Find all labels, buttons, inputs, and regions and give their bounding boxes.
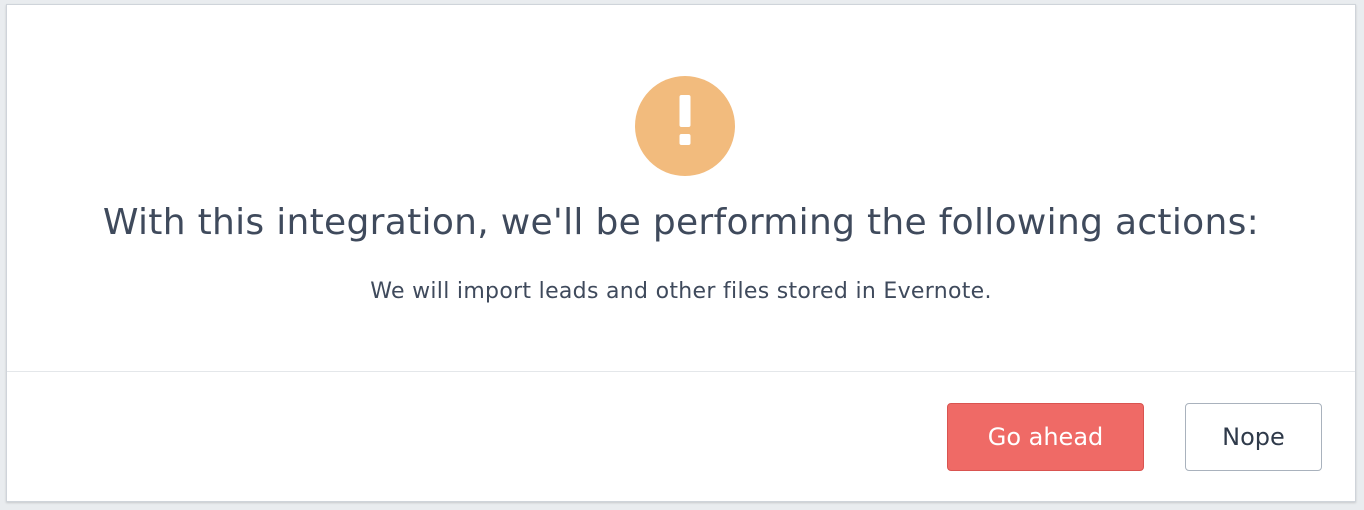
dialog-body: With this integration, we'll be performi… <box>7 5 1355 371</box>
dialog-footer: Go ahead Nope <box>7 372 1355 501</box>
go-ahead-button[interactable]: Go ahead <box>947 403 1144 471</box>
integration-confirm-dialog: With this integration, we'll be performi… <box>6 4 1356 502</box>
dialog-title: With this integration, we'll be performi… <box>102 202 1260 243</box>
exclamation-icon <box>635 76 735 176</box>
nope-button[interactable]: Nope <box>1185 403 1322 471</box>
dialog-description: We will import leads and other files sto… <box>370 279 992 304</box>
